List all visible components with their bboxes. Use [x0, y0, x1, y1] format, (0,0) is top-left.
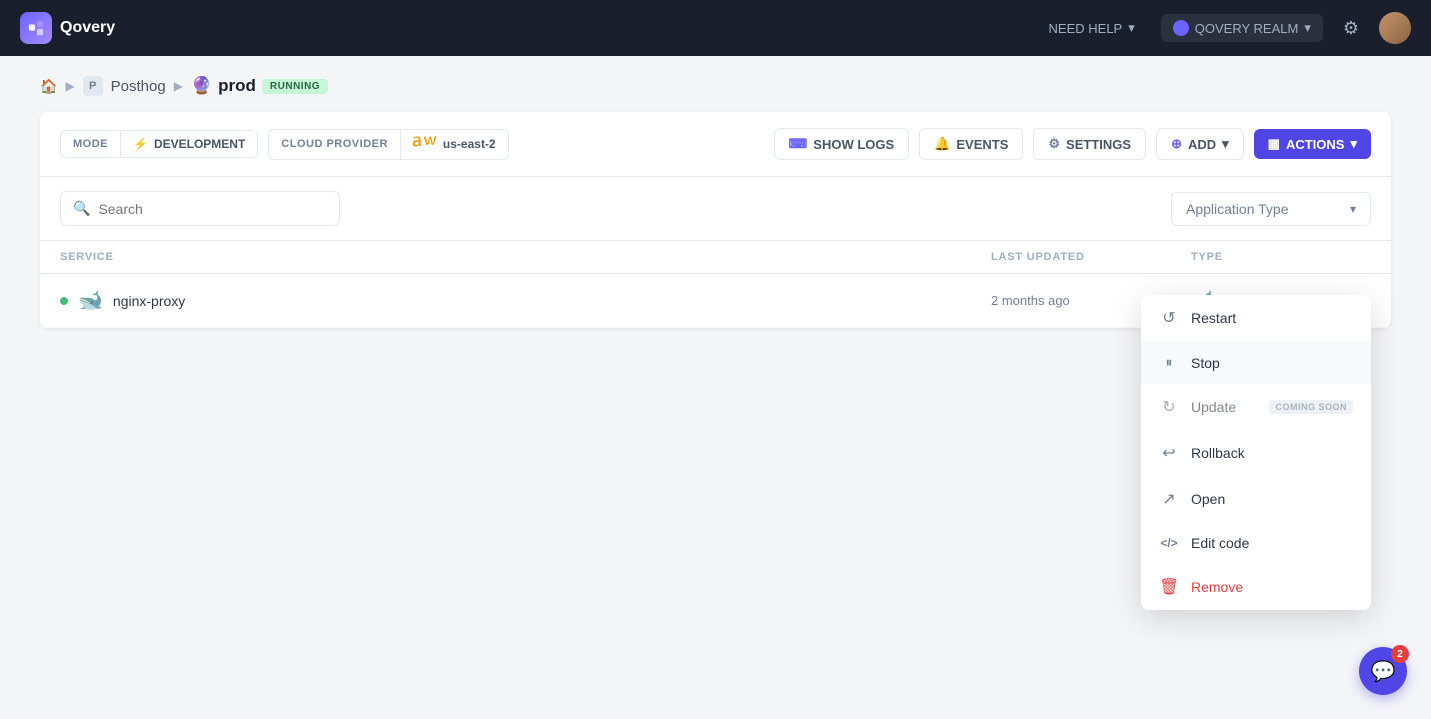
events-button[interactable]: 🔔 EVENTS	[919, 128, 1023, 160]
mode-group: MODE ⚡ DEVELOPMENT	[60, 130, 258, 158]
realm-button[interactable]: QOVERY REALM ▾	[1161, 14, 1323, 42]
env-breadcrumb: 🔮 prod RUNNING	[191, 76, 328, 96]
stop-label: Stop	[1191, 355, 1220, 371]
avatar-image	[1379, 12, 1411, 44]
breadcrumb-sep-1: ▶	[65, 79, 74, 93]
stop-menu-item[interactable]: ⏸ Stop	[1141, 341, 1371, 384]
edit-code-icon: </>	[1159, 536, 1179, 550]
coming-soon-badge: COMING SOON	[1269, 400, 1353, 414]
chevron-down-icon: ▾	[1304, 20, 1311, 36]
settings-gear-button[interactable]: ⚙	[1339, 14, 1363, 43]
remove-label: Remove	[1191, 579, 1243, 595]
add-label: ADD	[1188, 137, 1216, 152]
mode-value: ⚡ DEVELOPMENT	[120, 131, 257, 157]
stop-icon: ⏸	[1159, 354, 1179, 371]
show-logs-label: SHOW LOGS	[813, 137, 894, 152]
navbar-left: Qovery	[20, 12, 115, 44]
open-menu-item[interactable]: ↗ Open	[1141, 476, 1371, 522]
open-label: Open	[1191, 491, 1225, 507]
add-button[interactable]: ⊕ ADD ▾	[1156, 128, 1244, 160]
actions-label: ACTIONS	[1286, 137, 1345, 152]
cloud-value: us-east-2	[400, 130, 508, 159]
rollback-label: Rollback	[1191, 445, 1245, 461]
navbar: Qovery NEED HELP ▾ QOVERY REALM ▾ ⚙	[0, 0, 1431, 56]
actions-icon: ▦	[1268, 136, 1280, 152]
restart-menu-item[interactable]: ↺ Restart	[1141, 295, 1371, 341]
col-type-header: TYPE	[1191, 251, 1311, 263]
show-logs-icon: ⌨	[789, 136, 808, 152]
restart-icon: ↺	[1159, 308, 1179, 328]
env-name: prod	[218, 76, 256, 96]
events-icon: 🔔	[934, 136, 950, 152]
project-abbr-icon: P	[83, 76, 103, 96]
running-badge: RUNNING	[262, 79, 328, 94]
col-service-header: SERVICE	[60, 251, 991, 263]
context-menu: ↺ Restart ⏸ Stop ↻ Update COMING SOON ↩ …	[1141, 295, 1371, 610]
remove-icon: 🗑	[1159, 577, 1179, 597]
aws-icon	[413, 136, 437, 153]
table-header: SERVICE LAST UPDATED TYPE	[40, 241, 1391, 274]
actions-button[interactable]: ▦ ACTIONS ▾	[1254, 129, 1371, 159]
breadcrumb: 🏠 ▶ P Posthog ▶ 🔮 prod RUNNING	[0, 56, 1431, 112]
cloud-group: CLOUD PROVIDER us-east-2	[268, 129, 508, 160]
mode-icon: ⚡	[133, 137, 148, 151]
service-name: nginx-proxy	[113, 293, 185, 309]
restart-label: Restart	[1191, 310, 1236, 326]
settings-label: SETTINGS	[1066, 137, 1131, 152]
settings-icon: ⚙	[1048, 136, 1060, 152]
chat-badge: 2	[1391, 645, 1409, 663]
mode-label: MODE	[61, 132, 120, 156]
breadcrumb-sep-2: ▶	[174, 79, 183, 93]
col-actions-header	[1311, 251, 1371, 263]
search-icon: 🔍	[73, 200, 90, 217]
help-label: NEED HELP	[1049, 21, 1123, 36]
chat-icon: 💬	[1371, 659, 1396, 684]
home-icon[interactable]: 🏠	[40, 78, 57, 95]
cloud-label: CLOUD PROVIDER	[269, 132, 400, 156]
open-icon: ↗	[1159, 489, 1179, 509]
remove-menu-item[interactable]: 🗑 Remove	[1141, 564, 1371, 610]
update-menu-item[interactable]: ↻ Update COMING SOON	[1141, 384, 1371, 430]
application-type-label: Application Type	[1186, 201, 1288, 217]
edit-code-label: Edit code	[1191, 535, 1249, 551]
service-cell: 🐋 nginx-proxy	[60, 288, 991, 313]
filters-bar: 🔍 Application Type ▾	[40, 177, 1391, 241]
update-label: Update	[1191, 399, 1236, 415]
logo-text: Qovery	[60, 19, 115, 37]
chat-bubble-button[interactable]: 💬 2	[1359, 647, 1407, 695]
chevron-down-icon: ▾	[1128, 20, 1135, 36]
rollback-icon: ↩	[1159, 443, 1179, 463]
status-dot-icon	[60, 297, 68, 305]
navbar-right: NEED HELP ▾ QOVERY REALM ▾ ⚙	[1039, 12, 1411, 44]
events-label: EVENTS	[956, 137, 1008, 152]
show-logs-button[interactable]: ⌨ SHOW LOGS	[774, 128, 910, 160]
app-type-chevron-icon: ▾	[1350, 202, 1356, 216]
rollback-menu-item[interactable]: ↩ Rollback	[1141, 430, 1371, 476]
settings-button[interactable]: ⚙ SETTINGS	[1033, 128, 1146, 160]
project-link[interactable]: Posthog	[111, 78, 166, 95]
realm-label: QOVERY REALM	[1195, 21, 1299, 36]
actions-chevron-icon: ▾	[1350, 136, 1357, 152]
cloud-region-text: us-east-2	[443, 137, 496, 151]
update-icon: ↻	[1159, 397, 1179, 417]
toolbar: MODE ⚡ DEVELOPMENT CLOUD PROVIDER us-eas…	[40, 112, 1391, 177]
logo-icon	[20, 12, 52, 44]
search-input[interactable]	[98, 201, 327, 217]
mode-value-text: DEVELOPMENT	[154, 137, 245, 151]
help-button[interactable]: NEED HELP ▾	[1039, 14, 1145, 42]
col-last-updated-header: LAST UPDATED	[991, 251, 1191, 263]
env-icon: 🔮	[191, 76, 212, 96]
application-type-dropdown[interactable]: Application Type ▾	[1171, 192, 1371, 226]
edit-code-menu-item[interactable]: </> Edit code	[1141, 522, 1371, 564]
search-box[interactable]: 🔍	[60, 191, 340, 226]
add-chevron-icon: ▾	[1222, 136, 1229, 152]
realm-dot-icon	[1173, 20, 1189, 36]
avatar	[1379, 12, 1411, 44]
add-icon: ⊕	[1171, 136, 1182, 152]
service-type-icon: 🐋	[78, 288, 103, 313]
